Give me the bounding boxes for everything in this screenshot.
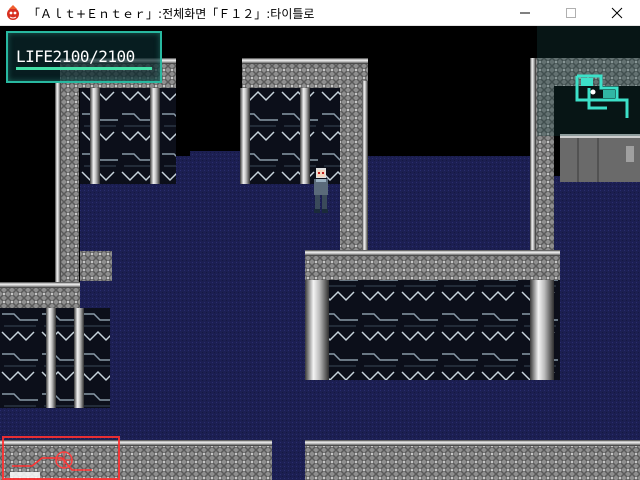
close-button[interactable]	[594, 0, 640, 26]
close-icon	[611, 7, 623, 19]
minimize-button[interactable]	[502, 0, 548, 26]
warning-overlay	[2, 436, 120, 480]
window-titlebar[interactable]: 「Ａｌｔ+Ｅｎｔｅｒ」:전체화면「Ｆ１２」:타이틀로	[0, 0, 640, 26]
game-viewport[interactable]: LIFE2100/2100	[0, 26, 640, 480]
life-readout: LIFE2100/2100	[16, 47, 135, 66]
player-character	[314, 168, 328, 213]
app-icon	[7, 5, 19, 20]
window-title: 「Ａｌｔ+Ｅｎｔｅｒ」:전체화면「Ｆ１２」:타이틀로	[28, 7, 315, 21]
life-hud: LIFE2100/2100	[6, 31, 162, 83]
maximize-button[interactable]	[548, 0, 594, 26]
life-gauge-fill	[16, 67, 152, 70]
minimize-icon	[520, 12, 530, 14]
maximize-icon	[566, 8, 576, 18]
life-gauge	[16, 67, 152, 70]
minimap	[537, 26, 640, 136]
